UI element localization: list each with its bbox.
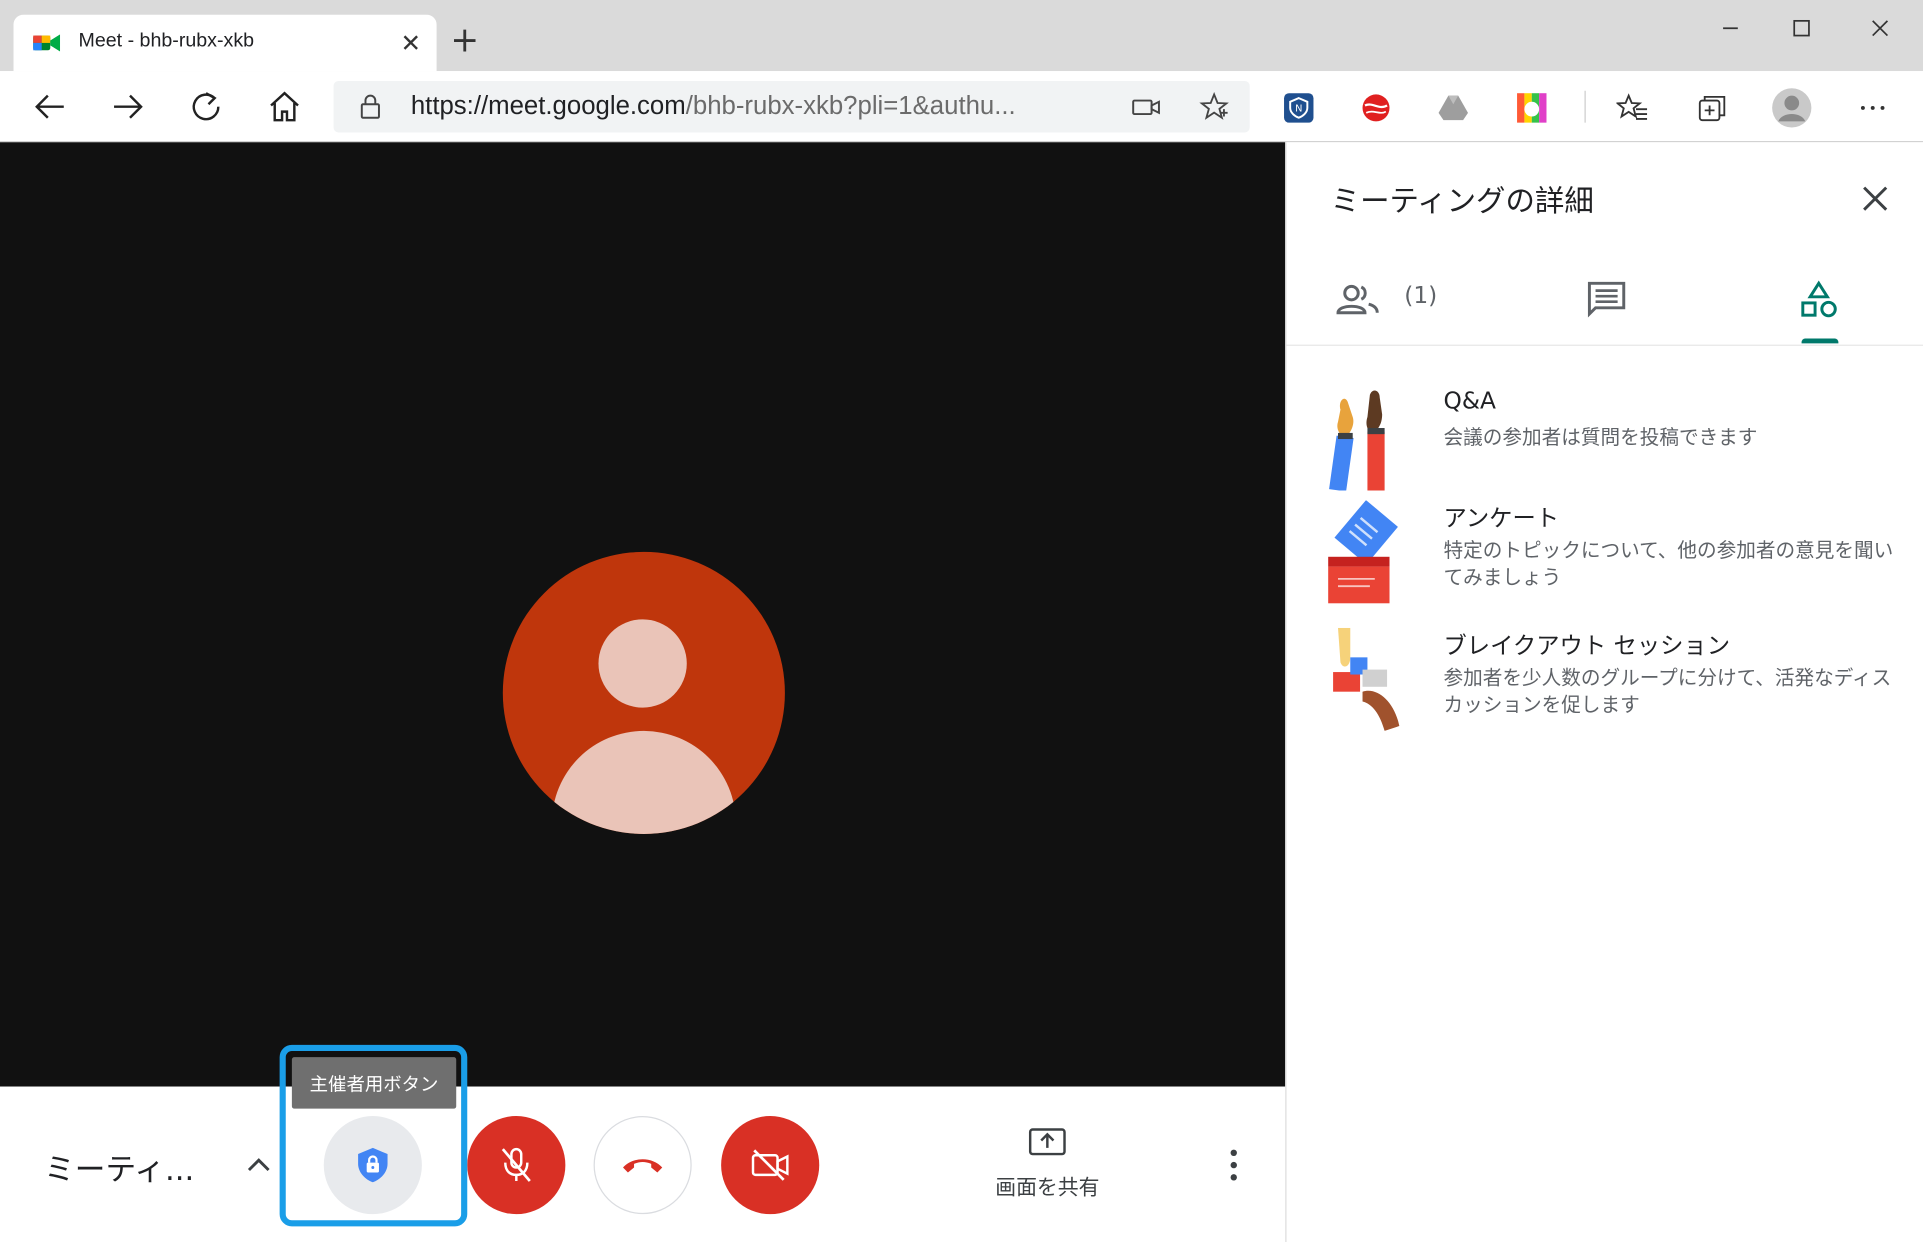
url-host: https://meet.google.com [410, 91, 686, 121]
minimize-icon[interactable] [1702, 10, 1758, 47]
tab-people[interactable]: (1) [1336, 255, 1459, 346]
avatar-head [598, 619, 687, 708]
extension-colorful-icon[interactable] [1516, 92, 1548, 124]
activity-qa-description: 会議の参加者は質問を投稿できます [1443, 425, 1758, 449]
favorites-icon[interactable] [1616, 92, 1648, 124]
svg-text:N: N [1295, 104, 1302, 115]
browser-tab[interactable]: Meet - bhb-rubx-xkb ✕ [13, 14, 437, 72]
activity-breakout[interactable]: ブレイクアウト セッション 参加者を少人数のグループに分けて、活発なディスカッシ… [1326, 627, 1902, 751]
activity-poll-description: 特定のトピックについて、他の参加者の意見を聞いてみましょう [1443, 538, 1894, 589]
meet-logo-icon [33, 34, 61, 52]
panel-close-icon[interactable] [1858, 182, 1892, 216]
tab-strip: Meet - bhb-rubx-xkb ✕ + [0, 0, 1923, 72]
camera-button[interactable] [721, 1116, 820, 1215]
maximize-icon[interactable] [1773, 10, 1829, 47]
mic-off-icon [501, 1147, 531, 1182]
home-icon[interactable] [264, 86, 306, 128]
meeting-title[interactable]: ミーティ... [44, 1145, 194, 1189]
microphone-button[interactable] [467, 1116, 566, 1215]
ballot-box-illustration [1328, 500, 1398, 604]
extension-shield-icon[interactable]: N [1283, 92, 1315, 124]
avatar-body [551, 730, 736, 834]
hang-up-icon [623, 1159, 663, 1173]
extension-red-ball-icon[interactable] [1360, 92, 1392, 124]
collections-icon[interactable] [1696, 92, 1728, 124]
reload-icon[interactable] [185, 86, 227, 128]
raised-hands-illustration [1329, 390, 1385, 491]
participant-avatar [502, 551, 785, 834]
profile-avatar-icon[interactable] [1771, 87, 1813, 129]
url-path: /bhb-rubx-xkb?pli=1&authu... [685, 91, 1016, 121]
highlight-annotation [279, 1044, 468, 1227]
url-text[interactable]: https://meet.google.com/bhb-rubx-xkb?pli… [411, 92, 1016, 121]
camera-permission-icon[interactable] [1131, 94, 1163, 119]
activity-breakout-description: 参加者を少人数のグループに分けて、活発なディスカッションを促します [1443, 665, 1892, 717]
activity-breakout-title: ブレイクアウト セッション [1443, 632, 1731, 660]
tab-title: Meet - bhb-rubx-xkb [78, 30, 255, 52]
lock-icon[interactable] [358, 93, 383, 120]
present-screen-icon [1028, 1128, 1066, 1156]
share-screen-label: 画面を共有 [995, 1176, 1100, 1201]
control-bar: ミーティ... 画面を共有 [0, 1086, 1286, 1242]
active-tab-indicator [1801, 338, 1839, 344]
share-screen-button[interactable]: 画面を共有 [981, 1123, 1113, 1201]
navigation-bar: https://meet.google.com/bhb-rubx-xkb?pli… [0, 71, 1923, 143]
leave-call-button[interactable] [593, 1116, 692, 1215]
activity-qa-title: Q&A [1443, 387, 1496, 415]
toolbar-divider [1584, 90, 1586, 123]
address-bar[interactable]: https://meet.google.com/bhb-rubx-xkb?pli… [333, 80, 1250, 133]
activity-poll[interactable]: アンケート 特定のトピックについて、他の参加者の意見を聞いてみましょう [1326, 500, 1902, 623]
panel-tabs: (1) [1286, 255, 1923, 346]
back-icon[interactable] [29, 86, 71, 128]
activity-poll-title: アンケート [1443, 505, 1560, 533]
favorite-star-icon[interactable] [1199, 91, 1229, 121]
people-count: (1) [1404, 282, 1438, 310]
more-menu-icon[interactable] [1857, 92, 1889, 124]
activity-qa[interactable]: Q&A 会議の参加者は質問を投稿できます [1326, 388, 1902, 498]
tab-chat[interactable] [1586, 255, 1635, 346]
tab-close-icon[interactable]: ✕ [397, 29, 424, 56]
activities-shapes-icon [1801, 280, 1837, 318]
drive-icon[interactable] [1437, 92, 1469, 124]
blocks-hands-illustration [1333, 627, 1400, 731]
chat-icon [1587, 281, 1626, 318]
panel-title: ミーティングの詳細 [1330, 183, 1594, 219]
video-stage [0, 142, 1286, 1087]
more-options-icon[interactable] [1217, 1143, 1251, 1187]
tab-activities[interactable] [1799, 255, 1841, 346]
window-close-icon[interactable] [1852, 10, 1908, 47]
people-icon [1336, 284, 1379, 315]
chevron-up-icon[interactable] [244, 1150, 273, 1179]
new-tab-button[interactable]: + [446, 21, 483, 59]
forward-icon[interactable] [107, 86, 149, 128]
camera-off-icon [751, 1149, 789, 1181]
meeting-details-panel: ミーティングの詳細 (1) Q&A 会議の参加者は質問を投稿できます アンケート… [1285, 142, 1923, 1242]
